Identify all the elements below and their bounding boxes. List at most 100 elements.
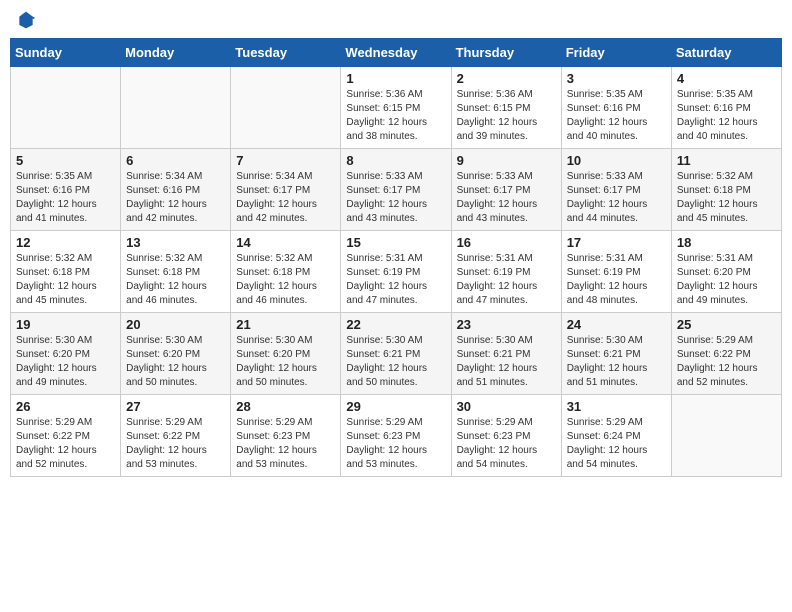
calendar-header-wednesday: Wednesday — [341, 39, 451, 67]
day-info: Sunrise: 5:31 AMSunset: 6:19 PMDaylight:… — [346, 252, 445, 308]
day-number: 7 — [236, 153, 335, 168]
day-number: 8 — [346, 153, 445, 168]
calendar-cell: 2 Sunrise: 5:36 AMSunset: 6:15 PMDaylight… — [451, 67, 561, 149]
day-number: 19 — [16, 317, 115, 332]
calendar-header-friday: Friday — [561, 39, 671, 67]
day-number: 13 — [126, 235, 225, 250]
day-number: 11 — [677, 153, 776, 168]
calendar-header-sunday: Sunday — [11, 39, 121, 67]
day-info: Sunrise: 5:32 AMSunset: 6:18 PMDaylight:… — [677, 170, 776, 226]
day-number: 6 — [126, 153, 225, 168]
day-number: 5 — [16, 153, 115, 168]
calendar-cell: 4Sunrise: 5:35 AMSunset: 6:16 PMDaylight… — [671, 67, 781, 149]
calendar-cell: 29Sunrise: 5:29 AMSunset: 6:23 PMDayligh… — [341, 395, 451, 477]
day-info: Sunrise: 5:29 AMSunset: 6:22 PMDaylight:… — [677, 334, 776, 390]
calendar-cell: 9 Sunrise: 5:33 AMSunset: 6:17 PMDaylight… — [451, 149, 561, 231]
day-number: 23 — [457, 317, 556, 332]
calendar-header-row: SundayMondayTuesdayWednesdayThursdayFrid… — [11, 39, 782, 67]
calendar-cell: 28 Sunrise: 5:29 AMSunset: 6:23 PMDayligh… — [231, 395, 341, 477]
page-header — [10, 10, 782, 30]
day-info: Sunrise: 5:30 AMSunset: 6:21 PMDaylight:… — [457, 334, 556, 390]
day-number: 15 — [346, 235, 445, 250]
day-number: 4 — [677, 71, 776, 86]
day-number: 27 — [126, 399, 225, 414]
day-info: Sunrise: 5:32 AMSunset: 6:18 PMDaylight:… — [126, 252, 225, 308]
day-info: Sunrise: 5:33 AMSunset: 6:17 PMDaylight:… — [567, 170, 666, 226]
day-info: Sunrise: 5:36 AMSunset: 6:15 PMDaylight:… — [457, 88, 556, 144]
calendar-cell: 13 Sunrise: 5:32 AMSunset: 6:18 PMDayligh… — [121, 231, 231, 313]
day-info: Sunrise: 5:32 AMSunset: 6:18 PMDaylight:… — [236, 252, 335, 308]
day-info: Sunrise: 5:29 AMSunset: 6:22 PMDaylight:… — [126, 416, 225, 472]
calendar-cell: 31 Sunrise: 5:29 AMSunset: 6:24 PMDayligh… — [561, 395, 671, 477]
calendar-week-row: 1 Sunrise: 5:36 AMSunset: 6:15 PMDaylight… — [11, 67, 782, 149]
day-number: 10 — [567, 153, 666, 168]
day-info: Sunrise: 5:30 AMSunset: 6:21 PMDaylight:… — [346, 334, 445, 390]
day-number: 31 — [567, 399, 666, 414]
calendar-cell: 15 Sunrise: 5:31 AMSunset: 6:19 PMDayligh… — [341, 231, 451, 313]
day-number: 17 — [567, 235, 666, 250]
day-number: 30 — [457, 399, 556, 414]
calendar-cell: 14Sunrise: 5:32 AMSunset: 6:18 PMDayligh… — [231, 231, 341, 313]
calendar-cell: 24Sunrise: 5:30 AMSunset: 6:21 PMDayligh… — [561, 313, 671, 395]
calendar-cell: 12 Sunrise: 5:32 AMSunset: 6:18 PMDayligh… — [11, 231, 121, 313]
calendar-cell — [11, 67, 121, 149]
day-info: Sunrise: 5:29 AMSunset: 6:22 PMDaylight:… — [16, 416, 115, 472]
day-info: Sunrise: 5:32 AMSunset: 6:18 PMDaylight:… — [16, 252, 115, 308]
calendar-cell — [231, 67, 341, 149]
day-number: 9 — [457, 153, 556, 168]
calendar-cell: 18 Sunrise: 5:31 AMSunset: 6:20 PMDayligh… — [671, 231, 781, 313]
calendar-week-row: 26Sunrise: 5:29 AMSunset: 6:22 PMDayligh… — [11, 395, 782, 477]
day-info: Sunrise: 5:30 AMSunset: 6:20 PMDaylight:… — [16, 334, 115, 390]
calendar-header-monday: Monday — [121, 39, 231, 67]
calendar-table: SundayMondayTuesdayWednesdayThursdayFrid… — [10, 38, 782, 477]
day-info: Sunrise: 5:30 AMSunset: 6:20 PMDaylight:… — [236, 334, 335, 390]
calendar-cell: 6Sunrise: 5:34 AMSunset: 6:16 PMDaylight… — [121, 149, 231, 231]
day-info: Sunrise: 5:33 AMSunset: 6:17 PMDaylight:… — [346, 170, 445, 226]
day-number: 21 — [236, 317, 335, 332]
calendar-cell: 30 Sunrise: 5:29 AMSunset: 6:23 PMDayligh… — [451, 395, 561, 477]
calendar-cell: 27 Sunrise: 5:29 AMSunset: 6:22 PMDayligh… — [121, 395, 231, 477]
day-info: Sunrise: 5:36 AMSunset: 6:15 PMDaylight:… — [346, 88, 445, 144]
calendar-cell: 22 Sunrise: 5:30 AMSunset: 6:21 PMDayligh… — [341, 313, 451, 395]
calendar-header-thursday: Thursday — [451, 39, 561, 67]
day-info: Sunrise: 5:29 AMSunset: 6:23 PMDaylight:… — [346, 416, 445, 472]
logo-icon — [16, 10, 36, 30]
day-number: 12 — [16, 235, 115, 250]
day-info: Sunrise: 5:30 AMSunset: 6:20 PMDaylight:… — [126, 334, 225, 390]
logo — [14, 10, 36, 30]
day-number: 22 — [346, 317, 445, 332]
calendar-cell: 11 Sunrise: 5:32 AMSunset: 6:18 PMDayligh… — [671, 149, 781, 231]
calendar-week-row: 5Sunrise: 5:35 AMSunset: 6:16 PMDaylight… — [11, 149, 782, 231]
day-info: Sunrise: 5:35 AMSunset: 6:16 PMDaylight:… — [567, 88, 666, 144]
calendar-cell: 26Sunrise: 5:29 AMSunset: 6:22 PMDayligh… — [11, 395, 121, 477]
day-number: 1 — [346, 71, 445, 86]
day-number: 2 — [457, 71, 556, 86]
day-info: Sunrise: 5:31 AMSunset: 6:19 PMDaylight:… — [457, 252, 556, 308]
calendar-week-row: 12 Sunrise: 5:32 AMSunset: 6:18 PMDayligh… — [11, 231, 782, 313]
day-info: Sunrise: 5:31 AMSunset: 6:20 PMDaylight:… — [677, 252, 776, 308]
calendar-cell: 21 Sunrise: 5:30 AMSunset: 6:20 PMDayligh… — [231, 313, 341, 395]
day-info: Sunrise: 5:34 AMSunset: 6:17 PMDaylight:… — [236, 170, 335, 226]
calendar-cell: 3Sunrise: 5:35 AMSunset: 6:16 PMDaylight… — [561, 67, 671, 149]
calendar-cell: 5Sunrise: 5:35 AMSunset: 6:16 PMDaylight… — [11, 149, 121, 231]
calendar-cell: 20 Sunrise: 5:30 AMSunset: 6:20 PMDayligh… — [121, 313, 231, 395]
calendar-cell: 16Sunrise: 5:31 AMSunset: 6:19 PMDayligh… — [451, 231, 561, 313]
calendar-cell: 17 Sunrise: 5:31 AMSunset: 6:19 PMDayligh… — [561, 231, 671, 313]
day-info: Sunrise: 5:33 AMSunset: 6:17 PMDaylight:… — [457, 170, 556, 226]
day-info: Sunrise: 5:29 AMSunset: 6:23 PMDaylight:… — [236, 416, 335, 472]
calendar-cell — [121, 67, 231, 149]
day-number: 20 — [126, 317, 225, 332]
day-info: Sunrise: 5:29 AMSunset: 6:24 PMDaylight:… — [567, 416, 666, 472]
day-info: Sunrise: 5:29 AMSunset: 6:23 PMDaylight:… — [457, 416, 556, 472]
calendar-cell: 23 Sunrise: 5:30 AMSunset: 6:21 PMDayligh… — [451, 313, 561, 395]
day-number: 18 — [677, 235, 776, 250]
calendar-cell: 8 Sunrise: 5:33 AMSunset: 6:17 PMDaylight… — [341, 149, 451, 231]
calendar-cell: 25 Sunrise: 5:29 AMSunset: 6:22 PMDayligh… — [671, 313, 781, 395]
day-number: 25 — [677, 317, 776, 332]
calendar-cell — [671, 395, 781, 477]
day-number: 28 — [236, 399, 335, 414]
day-info: Sunrise: 5:31 AMSunset: 6:19 PMDaylight:… — [567, 252, 666, 308]
calendar-header-saturday: Saturday — [671, 39, 781, 67]
calendar-cell: 19 Sunrise: 5:30 AMSunset: 6:20 PMDayligh… — [11, 313, 121, 395]
calendar-cell: 7 Sunrise: 5:34 AMSunset: 6:17 PMDaylight… — [231, 149, 341, 231]
